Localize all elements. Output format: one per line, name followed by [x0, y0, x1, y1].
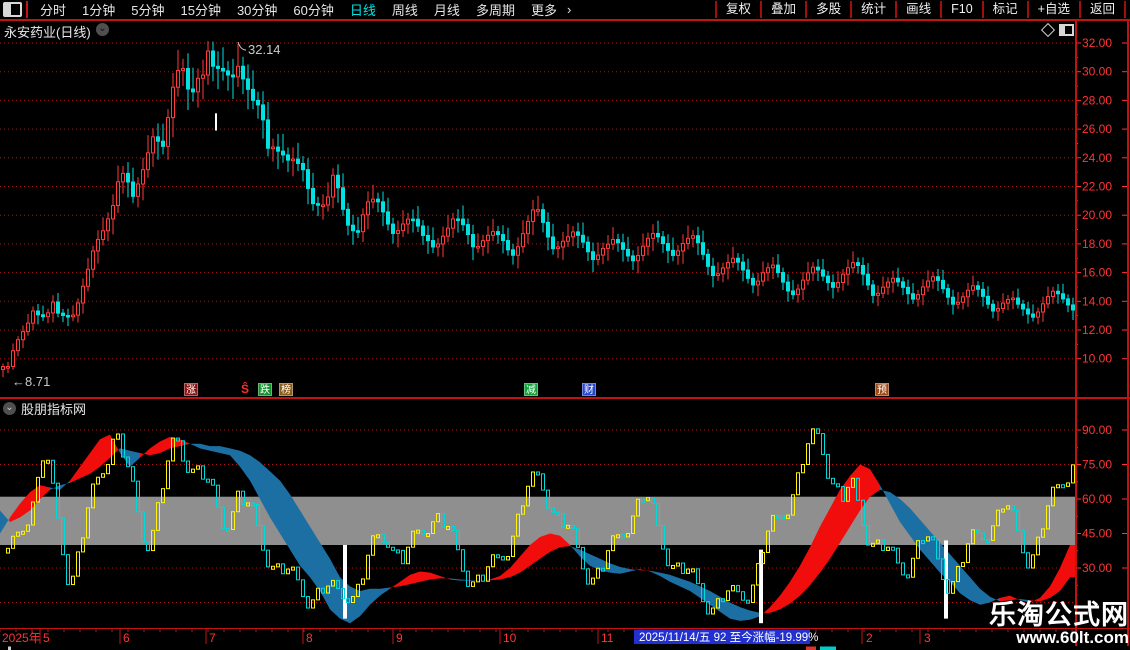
svg-text:9: 9 — [396, 631, 403, 645]
toolbar-button-1[interactable]: 叠加 — [760, 1, 805, 18]
period-tab-2[interactable]: 5分钟 — [123, 0, 172, 19]
svg-text:18.00: 18.00 — [1082, 237, 1112, 251]
indicator-panel-header: ⌄ 股朋指标网 — [0, 400, 86, 417]
chart-title-row: 永安药业(日线) ⌄ — [0, 21, 1130, 40]
toolbar-button-6[interactable]: 标记 — [981, 1, 1027, 18]
top-menu-bar: 分时 1分钟 5分钟 15分钟 30分钟 60分钟 日线 周线 月线 多周期 更多 › 复权 叠加 多股统… — [0, 0, 1130, 21]
event-marker[interactable]: Ŝ — [238, 383, 252, 396]
chevron-down-icon[interactable]: ⌄ — [3, 402, 16, 415]
svg-text:32.14: 32.14 — [248, 42, 281, 57]
event-marker[interactable]: 预 — [875, 383, 889, 396]
toolbar-button-0[interactable]: 复权 — [715, 1, 760, 18]
split-panel-icon[interactable] — [1059, 24, 1074, 36]
watermark: 乐淘公式网 www.60lt.com — [989, 599, 1129, 648]
svg-text:24.00: 24.00 — [1082, 151, 1112, 165]
page-title: 永安药业(日线) — [4, 25, 91, 40]
period-tab-7[interactable]: 周线 — [384, 0, 426, 19]
more-arrow-icon[interactable]: › — [565, 2, 573, 17]
svg-text:2025/11/14/五 92 至今涨幅-19.99%: 2025/11/14/五 92 至今涨幅-19.99% — [639, 630, 818, 644]
toolbar-button-5[interactable]: F10 — [940, 1, 982, 18]
svg-text:7: 7 — [209, 631, 216, 645]
indicator-title: 股朋指标网 — [21, 402, 87, 417]
toolbar-button-8[interactable]: 返回 — [1078, 1, 1126, 18]
svg-text:5: 5 — [43, 631, 50, 645]
toolbar-button-3[interactable]: 统计 — [850, 1, 895, 18]
event-marker[interactable]: 财 — [582, 383, 596, 396]
event-marker[interactable]: 跌 — [258, 383, 272, 396]
axis-border-line — [1075, 21, 1077, 646]
svg-text:90.00: 90.00 — [1082, 423, 1112, 437]
indicator-chart[interactable]: 90.00 75.00 60.00 45.00 30.00 — [0, 418, 1130, 628]
svg-text:2025年: 2025年 — [2, 631, 41, 645]
period-tab-1[interactable]: 1分钟 — [74, 0, 123, 19]
period-tab-6[interactable]: 日线 — [342, 0, 384, 19]
toolbar-menu: 复权 叠加 多股 统计 画线 F10 标记 +自选 返回 — [715, 0, 1126, 19]
event-marker[interactable]: 涨 — [184, 383, 198, 396]
event-marker[interactable]: 榜 — [279, 383, 293, 396]
svg-text:2: 2 — [866, 631, 873, 645]
svg-text:32.00: 32.00 — [1082, 38, 1112, 50]
period-tab-5[interactable]: 60分钟 — [285, 0, 341, 19]
svg-text:11: 11 — [601, 631, 614, 645]
panel-separator[interactable] — [0, 397, 1130, 399]
watermark-text: 乐淘公式网 — [989, 599, 1129, 630]
svg-text:12.00: 12.00 — [1082, 323, 1112, 337]
period-tab-4[interactable]: 30分钟 — [229, 0, 285, 19]
svg-text:10.00: 10.00 — [1082, 352, 1112, 366]
event-marker[interactable]: 减 — [524, 383, 538, 396]
toolbar-button-4[interactable]: 画线 — [895, 1, 940, 18]
diamond-icon[interactable] — [1040, 22, 1056, 38]
watermark-url: www.60lt.com — [1016, 628, 1129, 648]
svg-text:26.00: 26.00 — [1082, 122, 1112, 136]
trading-app-window: 分时 1分钟 5分钟 15分钟 30分钟 60分钟 日线 周线 月线 多周期 更多 › 复权 叠加 多股统… — [0, 0, 1130, 650]
period-tab-3[interactable]: 15分钟 — [172, 0, 228, 19]
period-tab-0[interactable]: 分时 — [32, 0, 74, 19]
svg-text:22.00: 22.00 — [1082, 180, 1112, 194]
menu-divider — [26, 1, 28, 18]
svg-text:45.00: 45.00 — [1082, 527, 1112, 541]
date-axis: 2025年 5 6 7 8 9 10 11 2 3 2025/11/14/五 92 至今涨幅-19.… — [0, 628, 1130, 650]
toolbar-button-2[interactable]: 多股 — [805, 1, 850, 18]
period-tab-10[interactable]: 更多 — [523, 0, 565, 19]
svg-text:20.00: 20.00 — [1082, 208, 1112, 222]
svg-text:8: 8 — [306, 631, 313, 645]
toolbar-button-7[interactable]: +自选 — [1026, 1, 1079, 18]
svg-text:3: 3 — [924, 631, 931, 645]
right-border-line — [1127, 21, 1129, 646]
svg-text:←8.71: ←8.71 — [12, 374, 50, 389]
svg-text:14.00: 14.00 — [1082, 294, 1112, 308]
candlestick-chart[interactable]: 32.00 30.00 28.00 26.00 24.00 22.00 20.00 18.00… — [0, 38, 1130, 398]
svg-text:28.00: 28.00 — [1082, 93, 1112, 107]
svg-text:30.00: 30.00 — [1082, 65, 1112, 79]
period-menu: 分时 1分钟 5分钟 15分钟 30分钟 60分钟 日线 周线 月线 多周期 更多 › — [32, 0, 573, 19]
layout-icon[interactable] — [3, 2, 22, 17]
svg-text:16.00: 16.00 — [1082, 266, 1112, 280]
svg-text:6: 6 — [123, 631, 130, 645]
period-tab-8[interactable]: 月线 — [426, 0, 468, 19]
period-tab-9[interactable]: 多周期 — [468, 0, 523, 19]
svg-text:30.00: 30.00 — [1082, 561, 1112, 575]
svg-text:75.00: 75.00 — [1082, 458, 1112, 472]
chevron-down-icon[interactable]: ⌄ — [96, 23, 109, 36]
svg-text:60.00: 60.00 — [1082, 492, 1112, 506]
svg-text:10: 10 — [503, 631, 517, 645]
